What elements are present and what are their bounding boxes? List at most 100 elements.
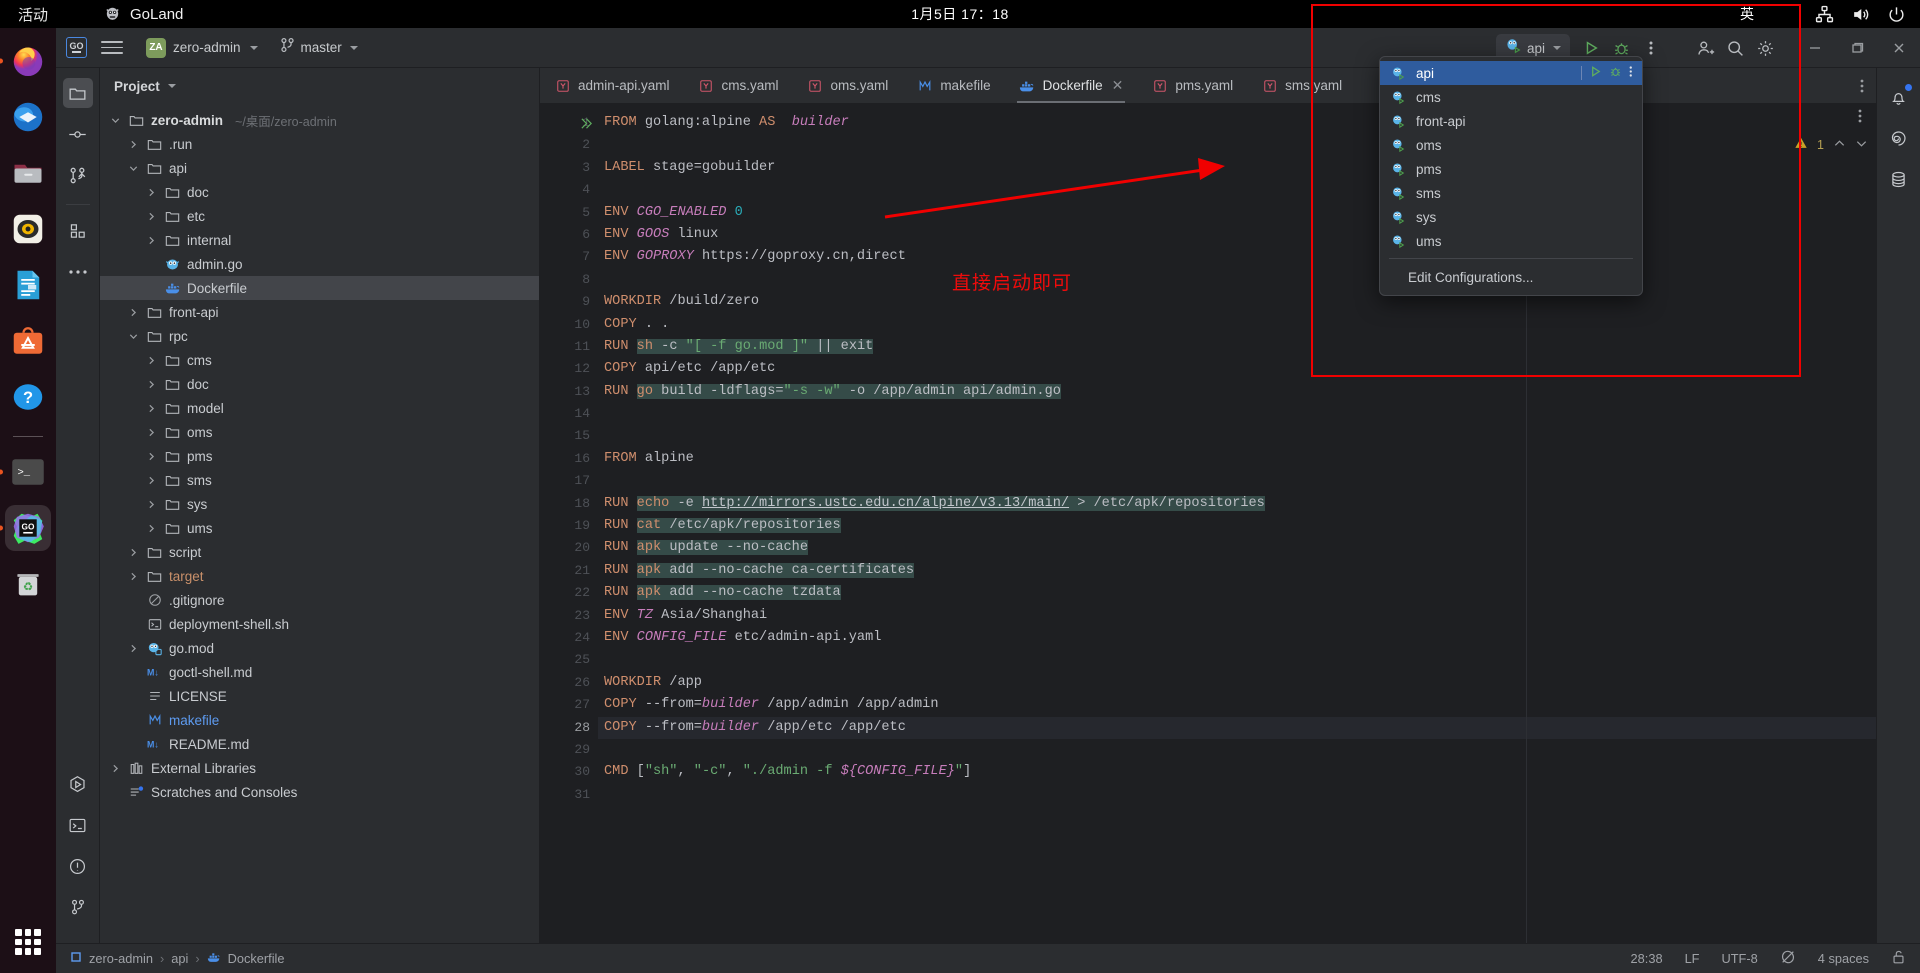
editor-tab-makefile[interactable]: makefile <box>902 68 1004 103</box>
line-number[interactable]: 27 <box>540 694 598 716</box>
line-number[interactable]: 2 <box>540 134 598 156</box>
git-tool-icon[interactable] <box>63 892 93 922</box>
dock-item-files[interactable] <box>5 150 51 196</box>
code-line[interactable] <box>598 269 1876 291</box>
settings-gear-icon[interactable] <box>1750 33 1780 63</box>
ime-indicator[interactable]: 英 <box>1740 4 1754 24</box>
tree-node-zero-admin[interactable]: zero-admin ~/桌面/zero-admin <box>100 108 539 132</box>
chevron-right-icon[interactable] <box>144 209 158 223</box>
pull-requests-tool-icon[interactable] <box>63 160 93 190</box>
dock-item-rhythmbox[interactable] <box>5 206 51 252</box>
code-line[interactable]: ENV TZ Asia/Shanghai <box>598 605 1876 627</box>
tree-node-deployment-shell-sh[interactable]: deployment-shell.sh <box>100 612 539 636</box>
line-number[interactable]: 25 <box>540 649 598 671</box>
dock-item-goland[interactable]: GO <box>0 505 51 551</box>
line-separator[interactable]: LF <box>1685 951 1700 966</box>
more-vertical-icon[interactable] <box>1629 65 1633 81</box>
tree-node-target[interactable]: target <box>100 564 539 588</box>
line-number[interactable]: 10 <box>540 314 598 336</box>
tree-node-cms[interactable]: cms <box>100 348 539 372</box>
run-tool-icon[interactable] <box>63 769 93 799</box>
project-tool-icon[interactable] <box>62 78 93 108</box>
chevron-right-icon[interactable] <box>126 545 140 559</box>
main-menu-hamburger-icon[interactable] <box>101 37 123 59</box>
code-line[interactable] <box>598 470 1876 492</box>
run-config-item-sys[interactable]: sys <box>1380 205 1642 229</box>
caret-position[interactable]: 28:38 <box>1631 951 1663 966</box>
run-config-item-ums[interactable]: ums <box>1380 229 1642 253</box>
tree-node-license[interactable]: LICENSE <box>100 684 539 708</box>
chevron-right-icon[interactable] <box>144 353 158 367</box>
line-number[interactable]: 30 <box>540 761 598 783</box>
code-line[interactable]: ENV GOOS linux <box>598 224 1876 246</box>
editor-tab-admin-api-yaml[interactable]: admin-api.yaml <box>540 68 684 103</box>
chevron-right-icon[interactable] <box>144 449 158 463</box>
code-line[interactable]: RUN echo -e http://mirrors.ustc.edu.cn/a… <box>598 493 1876 515</box>
debug-icon[interactable] <box>1609 65 1622 81</box>
dock-item-help[interactable]: ? <box>5 374 51 420</box>
line-number[interactable]: 20 <box>540 537 598 559</box>
tree-node--run[interactable]: .run <box>100 132 539 156</box>
code-line[interactable]: COPY api/etc /app/etc <box>598 358 1876 380</box>
code-line[interactable]: CMD ["sh", "-c", "./admin -f ${CONFIG_FI… <box>598 761 1876 783</box>
dock-item-thunderbird[interactable] <box>5 94 51 140</box>
editor-tab-dockerfile[interactable]: Dockerfile ✕ <box>1004 68 1138 103</box>
chevron-up-icon[interactable] <box>1833 137 1846 153</box>
run-config-item-cms[interactable]: cms <box>1380 85 1642 109</box>
line-number[interactable]: 9 <box>540 291 598 313</box>
line-number[interactable]: 22 <box>540 582 598 604</box>
editor-tabs-more-icon[interactable] <box>1848 68 1876 103</box>
editor-tabs[interactable]: admin-api.yaml cms.yaml oms.yaml makefile Do… <box>540 68 1876 104</box>
chevron-right-icon[interactable] <box>144 497 158 511</box>
tree-node-makefile[interactable]: makefile <box>100 708 539 732</box>
close-icon[interactable] <box>1878 28 1920 68</box>
code-line[interactable] <box>598 403 1876 425</box>
clock[interactable]: 1月5日 17：18 <box>911 4 1009 24</box>
chevron-right-icon[interactable] <box>126 137 140 151</box>
network-icon[interactable] <box>1815 5 1834 24</box>
commit-tool-icon[interactable] <box>63 119 93 149</box>
line-number[interactable]: 26 <box>540 672 598 694</box>
line-number[interactable]: 31 <box>540 784 598 806</box>
code-line[interactable]: LABEL stage=gobuilder <box>598 157 1876 179</box>
project-tree[interactable]: zero-admin ~/桌面/zero-admin .run api doc etc in… <box>100 104 539 943</box>
code-line[interactable] <box>598 739 1876 761</box>
code-line[interactable] <box>598 425 1876 447</box>
run-icon[interactable] <box>1589 65 1602 81</box>
dock-item-libreoffice-writer[interactable] <box>5 262 51 308</box>
chevron-down-icon[interactable] <box>1855 137 1868 153</box>
tree-node-go-mod[interactable]: go.mod <box>100 636 539 660</box>
line-number[interactable]: 13 <box>540 381 598 403</box>
tree-node-admin-go[interactable]: admin.go <box>100 252 539 276</box>
tree-node-doc[interactable]: doc <box>100 180 539 204</box>
editor-tab-sms-yaml[interactable]: sms.yaml <box>1247 68 1356 103</box>
chevron-right-icon[interactable] <box>144 185 158 199</box>
structure-tool-icon[interactable] <box>63 216 93 246</box>
tree-node-internal[interactable]: internal <box>100 228 539 252</box>
volume-icon[interactable] <box>1851 5 1870 24</box>
line-number[interactable]: 4 <box>540 179 598 201</box>
chevron-right-icon[interactable] <box>126 569 140 583</box>
line-number[interactable]: 14 <box>540 403 598 425</box>
line-number[interactable]: 17 <box>540 470 598 492</box>
run-line-icon[interactable] <box>580 112 593 134</box>
code-line[interactable]: WORKDIR /app <box>598 672 1876 694</box>
activities-button[interactable]: 活动 <box>0 4 48 25</box>
terminal-tool-icon[interactable] <box>63 810 93 840</box>
editor-code-area[interactable]: 1 2 3 4 5 6 7 8 9 10 11 12 13 14 15 16 17 18 19 20 21 22 23 24 2… <box>540 104 1876 943</box>
line-number-gutter[interactable]: 1 2 3 4 5 6 7 8 9 10 11 12 13 14 15 16 17 18 19 20 21 22 23 24 2… <box>540 104 598 943</box>
code-line[interactable]: COPY --from=builder /app/admin /app/admi… <box>598 694 1876 716</box>
run-config-item-pms[interactable]: pms <box>1380 157 1642 181</box>
run-config-item-sms[interactable]: sms <box>1380 181 1642 205</box>
code-line[interactable]: RUN apk add --no-cache ca-certificates <box>598 560 1876 582</box>
search-icon[interactable] <box>1720 33 1750 63</box>
breadcrumb-item-file[interactable]: Dockerfile <box>228 951 285 966</box>
code-line[interactable]: RUN sh -c "[ -f go.mod ]" || exit <box>598 336 1876 358</box>
line-number[interactable]: 15 <box>540 425 598 447</box>
problems-tool-icon[interactable] <box>63 851 93 881</box>
edit-configurations-item[interactable]: Edit Configurations... <box>1380 264 1642 291</box>
breadcrumb[interactable]: zero-admin › api › Dockerfile <box>70 951 285 966</box>
line-number[interactable]: 23 <box>540 605 598 627</box>
ai-assistant-icon[interactable] <box>1884 123 1914 153</box>
code-content[interactable]: FROM golang:alpine AS builder LABEL stage… <box>598 104 1876 943</box>
